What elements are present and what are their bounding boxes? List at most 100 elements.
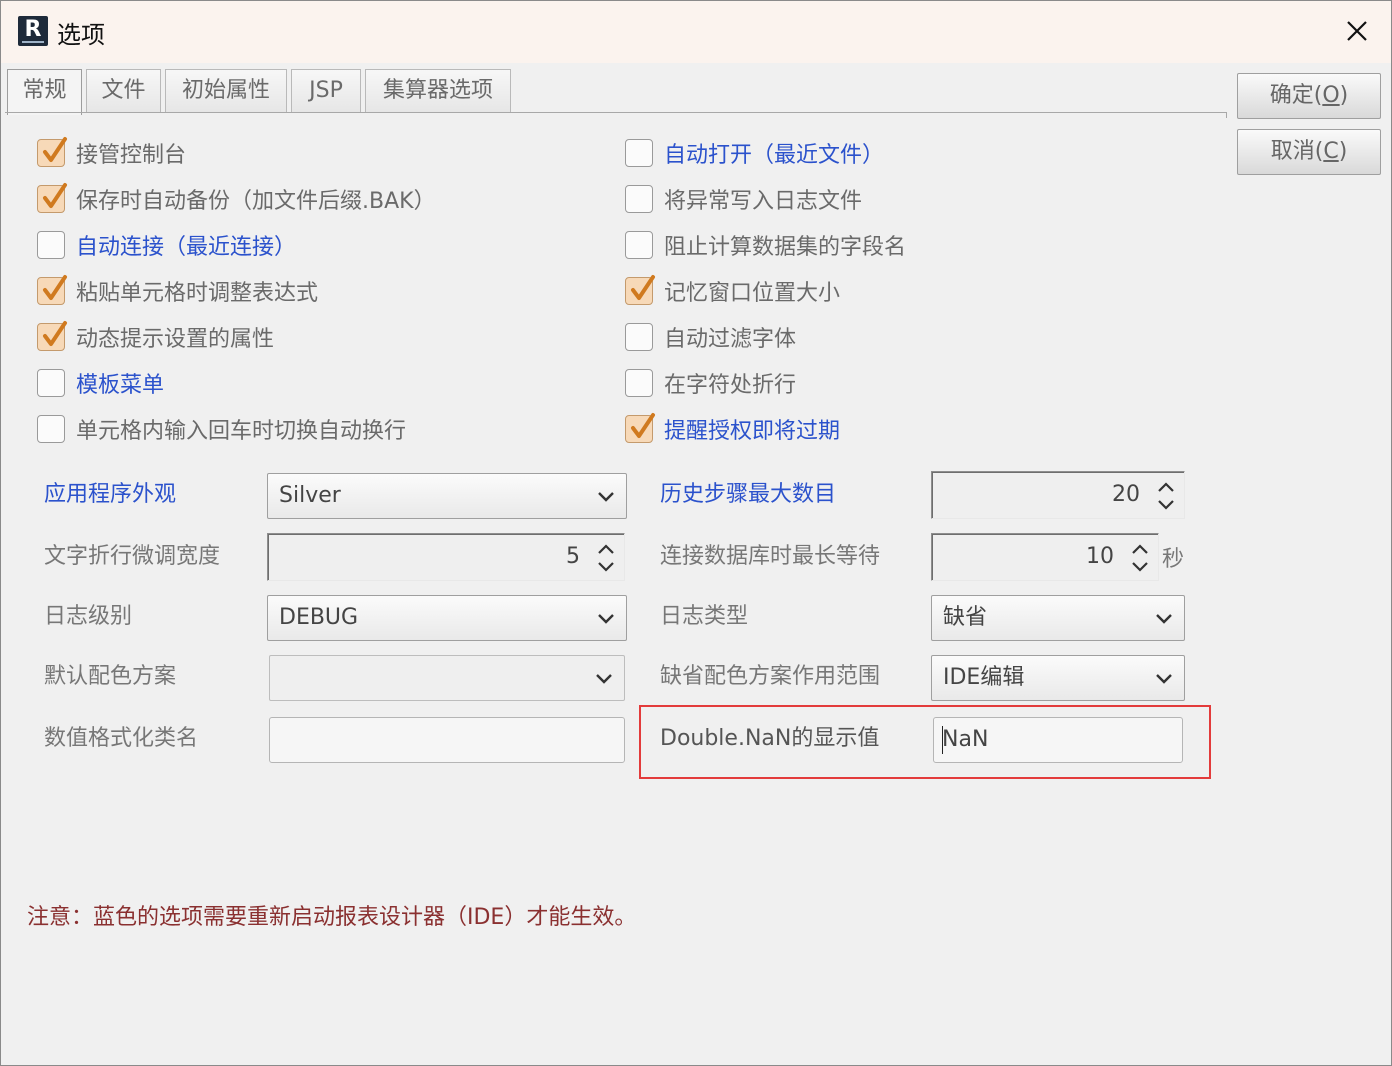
checkbox-auto-filter-fonts[interactable]: 自动过滤字体 [625,320,796,354]
checkbox-box [625,139,653,167]
checkbox-box [625,231,653,259]
checkbox-label: 将异常写入日志文件 [664,189,863,214]
checkbox-wrap-at-character[interactable]: 在字符处折行 [625,366,796,400]
tab-panel-border [5,112,1227,118]
tab-label: 常规 [22,78,67,103]
checkbox-auto-backup[interactable]: 保存时自动备份（加文件后缀.BAK） [37,182,436,216]
cancel-button[interactable]: 取消(C) [1237,129,1381,175]
input-value: NaN [942,727,989,752]
checkbox-take-over-console[interactable]: 接管控制台 [37,136,186,170]
checkbox-enter-toggle-wrap[interactable]: 单元格内输入回车时切换自动换行 [37,412,406,446]
checkmark-icon [631,275,655,300]
checkbox-box [37,183,67,213]
report-app-icon: R [18,16,48,46]
tab-file[interactable]: 文件 [86,69,161,113]
checkbox-box [625,369,653,397]
spinner-arrows-icon[interactable] [594,540,618,576]
checkbox-box [625,413,655,443]
scheme-scope-select[interactable]: IDE编辑 [931,655,1185,701]
checkbox-license-expiry-reminder[interactable]: 提醒授权即将过期 [625,412,840,446]
tab-general[interactable]: 常规 [7,69,82,115]
db-wait-label: 连接数据库时最长等待 [660,544,881,569]
checkbox-auto-open-recent[interactable]: 自动打开（最近文件） [625,136,884,170]
checkbox-block-dataset-field-names[interactable]: 阻止计算数据集的字段名 [625,228,906,262]
scheme-scope-label: 缺省配色方案作用范围 [660,664,881,689]
select-value: Silver [279,483,341,508]
spinner-arrows-icon[interactable] [1128,540,1152,576]
checkmark-icon [43,275,67,300]
chevron-down-icon [598,614,614,624]
checkbox-auto-connect[interactable]: 自动连接（最近连接） [37,228,296,262]
spinner-value: 5 [566,544,580,569]
close-icon [1347,21,1367,41]
max-steps-label: 历史步骤最大数目 [660,482,837,507]
spinner-arrows-icon[interactable] [1154,478,1178,514]
checkbox-box [37,321,67,351]
ok-button[interactable]: 确定(O) [1237,73,1381,119]
checkbox-box [625,323,653,351]
checkbox-adjust-expression-on-paste[interactable]: 粘贴单元格时调整表达式 [37,274,318,308]
tab-label: 初始属性 [181,78,270,103]
number-format-label: 数值格式化类名 [44,726,199,751]
chevron-down-icon [598,492,614,502]
checkbox-log-exceptions[interactable]: 将异常写入日志文件 [625,182,862,216]
window-title: 选项 [57,21,105,49]
checkbox-box [625,185,653,213]
nan-display-input[interactable]: NaN [933,717,1183,763]
select-value: DEBUG [279,605,359,630]
log-type-select[interactable]: 缺省 [931,595,1185,641]
tab-label: 文件 [101,78,146,103]
checkbox-label: 保存时自动备份（加文件后缀.BAK） [76,189,436,214]
checkmark-icon [43,137,67,162]
select-value: IDE编辑 [943,665,1025,690]
checkbox-template-menu[interactable]: 模板菜单 [37,366,164,400]
tab-label: JSP [309,78,343,103]
tab-calculator-options[interactable]: 集算器选项 [365,69,511,113]
checkbox-box [37,415,65,443]
wrap-width-spinner[interactable]: 5 [267,533,625,581]
log-level-label: 日志级别 [44,604,133,629]
checkbox-box [37,369,65,397]
checkbox-label: 提醒授权即将过期 [664,419,841,444]
chevron-down-icon [596,674,612,684]
log-type-label: 日志类型 [660,604,749,629]
appearance-select[interactable]: Silver [267,473,627,519]
checkbox-label: 接管控制台 [76,143,187,168]
tab-jsp[interactable]: JSP [291,69,361,113]
max-steps-spinner[interactable]: 20 [931,471,1185,519]
checkbox-label: 阻止计算数据集的字段名 [664,235,907,260]
checkbox-label: 自动连接（最近连接） [76,235,297,260]
chevron-down-icon [1156,614,1172,624]
checkbox-dynamic-hints[interactable]: 动态提示设置的属性 [37,320,274,354]
spinner-value: 20 [1112,482,1140,507]
wrap-width-label: 文字折行微调宽度 [44,544,221,569]
color-scheme-select[interactable] [269,655,625,701]
appearance-label: 应用程序外观 [44,482,177,507]
checkbox-label: 动态提示设置的属性 [76,327,275,352]
checkbox-label: 在字符处折行 [664,373,797,398]
checkbox-label: 模板菜单 [76,373,165,398]
db-wait-spinner[interactable]: 10 [931,533,1159,581]
options-dialog: R 选项 常规 文件 初始属性 JSP 集算器选项 确定(O) 取消(C) 接管… [0,0,1392,1066]
log-level-select[interactable]: DEBUG [267,595,627,641]
tab-label: 集算器选项 [382,78,493,103]
close-button[interactable] [1337,11,1377,51]
spinner-value: 10 [1086,544,1114,569]
checkbox-label: 自动过滤字体 [664,327,797,352]
seconds-unit-label: 秒 [1162,547,1185,572]
nan-display-label: Double.NaN的显示值 [660,726,880,751]
checkbox-label: 粘贴单元格时调整表达式 [76,281,319,306]
checkbox-label: 自动打开（最近文件） [664,143,885,168]
checkmark-icon [43,183,67,208]
checkbox-box [625,275,655,305]
color-scheme-label: 默认配色方案 [44,664,177,689]
checkbox-box [37,137,67,167]
tab-initial-properties[interactable]: 初始属性 [165,69,287,113]
checkbox-box [37,275,67,305]
checkbox-label: 单元格内输入回车时切换自动换行 [76,419,407,444]
restart-note: 注意：蓝色的选项需要重新启动报表设计器（IDE）才能生效。 [27,905,637,930]
number-format-input[interactable] [269,717,625,763]
checkbox-remember-window-size[interactable]: 记忆窗口位置大小 [625,274,840,308]
checkbox-label: 记忆窗口位置大小 [664,281,841,306]
checkmark-icon [631,413,655,438]
